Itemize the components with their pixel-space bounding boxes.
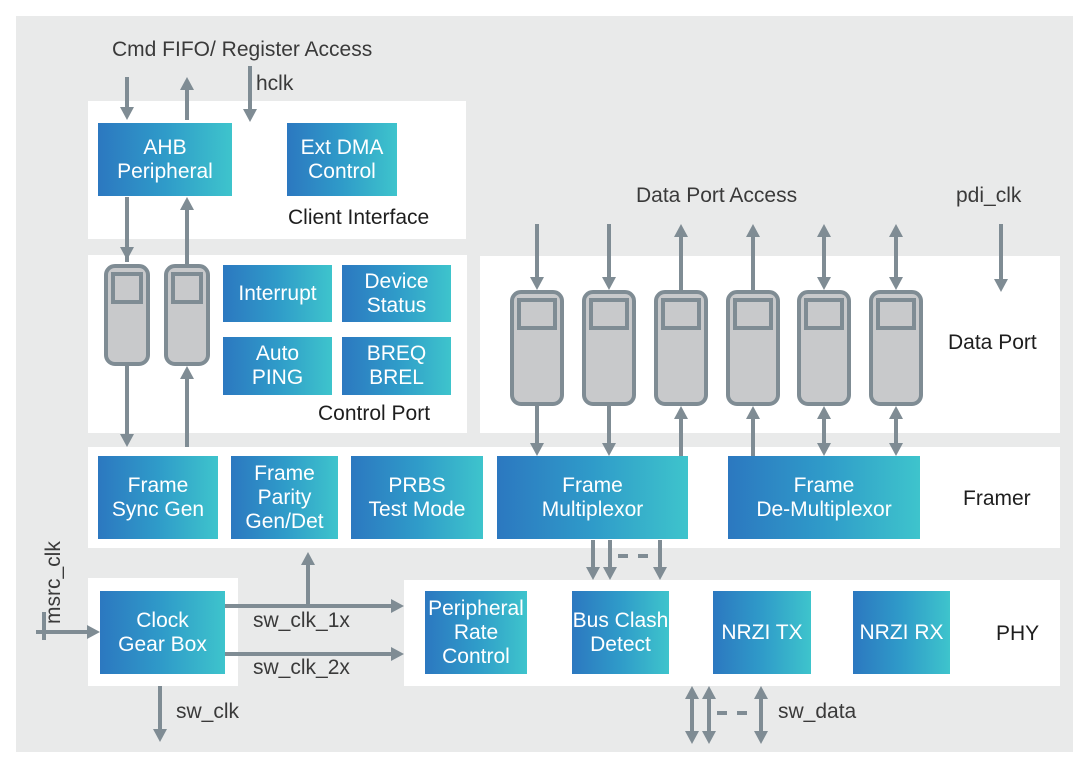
device-status-block: Device Status xyxy=(342,265,451,322)
data-port-label: Data Port xyxy=(948,331,1037,354)
ahb-peripheral-block: AHB Peripheral xyxy=(98,123,232,196)
clock-gear-box-block: Clock Gear Box xyxy=(100,591,225,674)
prbs-test-mode-block: PRBS Test Mode xyxy=(351,456,483,539)
nrzi-tx-block: NRZI TX xyxy=(713,591,811,674)
control-port-label: Control Port xyxy=(318,402,431,425)
frame-parity-gen-det-block: Frame Parity Gen/Det xyxy=(231,456,338,539)
sw-clk-1x-label: sw_clk_1x xyxy=(253,609,350,632)
sw-clk-2x-label: sw_clk_2x xyxy=(253,656,350,679)
msrc-clk-label: msrc_clk xyxy=(42,541,65,624)
pdi-clk-label: pdi_clk xyxy=(956,184,1022,207)
framer-label: Framer xyxy=(963,487,1031,510)
sw-data-label: sw_data xyxy=(778,700,857,723)
interrupt-block: Interrupt xyxy=(223,265,332,322)
cmd-fifo-register-access-label: Cmd FIFO/ Register Access xyxy=(112,38,373,61)
phy-label: PHY xyxy=(996,622,1040,645)
ext-dma-control-block: Ext DMA Control xyxy=(287,123,397,196)
frame-multiplexor-block: Frame Multiplexor xyxy=(497,456,688,539)
data-port-access-label: Data Port Access xyxy=(636,184,798,207)
client-interface-label: Client Interface xyxy=(288,206,430,229)
frame-sync-gen-block: Frame Sync Gen xyxy=(98,456,218,539)
hclk-label: hclk xyxy=(256,72,294,95)
nrzi-rx-block: NRZI RX xyxy=(853,591,950,674)
frame-demultiplexor-block: Frame De-Multiplexor xyxy=(728,456,920,539)
bus-clash-detect-block: Bus Clash Detect xyxy=(572,591,669,674)
peripheral-rate-control-block: Peripheral Rate Control xyxy=(425,591,527,674)
breq-brel-block: BREQ BREL xyxy=(342,337,451,395)
sw-clk-label: sw_clk xyxy=(176,700,240,723)
auto-ping-block: Auto PING xyxy=(223,337,332,395)
